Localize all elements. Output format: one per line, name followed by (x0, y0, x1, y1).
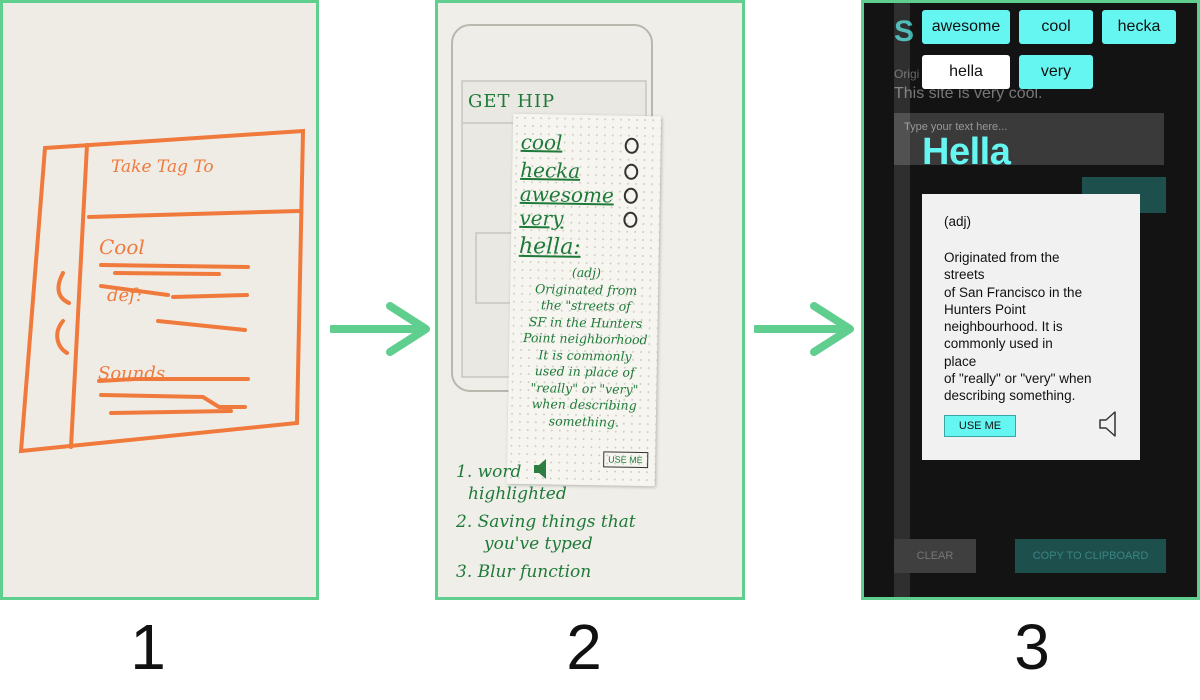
def-line: used in place of (534, 363, 635, 380)
definition-card: (adj) Originated from the streets of San… (922, 194, 1140, 460)
hella-definition: (adj) Originated from the "streets of SF… (516, 264, 655, 431)
panel-number-3: 3 (1014, 611, 1050, 683)
radio-icon (624, 163, 639, 180)
word-cool: cool (520, 129, 563, 155)
sketch-word-cool: Cool (99, 235, 145, 259)
part-of-speech: (adj) (944, 214, 972, 229)
chip-hella[interactable]: hella (922, 55, 1010, 89)
radio-icon (623, 211, 638, 228)
clear-label: CLEAR (916, 550, 954, 562)
def-line: Originated from the (944, 250, 1060, 265)
def-line: of "really" or "very" when (944, 371, 1092, 387)
chip-hecka[interactable]: hecka (1102, 10, 1176, 44)
note-line: 1. word (456, 462, 522, 482)
copy-button[interactable]: COPY TO CLIPBOARD (1015, 539, 1166, 573)
paper-title: GET HIP (468, 91, 556, 112)
def-line: when describing (531, 396, 637, 413)
speaker-icon[interactable] (1098, 410, 1120, 438)
radio-icon (624, 137, 639, 154)
overlay-strip (894, 3, 910, 597)
paper-sketch (18, 128, 306, 454)
panel-number-2: 2 (566, 611, 602, 683)
word-awesome: awesome (519, 181, 615, 208)
word-hella: hella: (518, 233, 581, 260)
chip-very[interactable]: very (1019, 55, 1093, 89)
def-line: Point neighborhood (522, 329, 648, 348)
definition-text: Originated from the streets of San Franc… (944, 249, 1091, 405)
panel-app-screenshot: S Origi This site is very cool. Type you… (861, 0, 1200, 600)
sketch-header: Take Tag To (111, 157, 214, 177)
definition-sticky-note: cool hecka awesome very hella: (adj) Ori… (506, 113, 662, 487)
def-line: something. (548, 412, 620, 430)
note-line: 3. Blur function (456, 562, 592, 582)
word-very: very (519, 205, 564, 231)
sketch-word-sounds: Sounds (98, 363, 166, 384)
note-line: highlighted (468, 484, 567, 504)
def-line: describing something. (944, 388, 1076, 404)
def-line: place (944, 353, 977, 369)
def-line: Hunters Point (944, 301, 1026, 317)
sketch-word-def: def: (107, 285, 142, 306)
arrow-right-icon (754, 302, 854, 356)
panel-sketch: Take Tag To Cool def: Sounds (0, 0, 319, 600)
design-notes: 1. word highlighted 2. Saving things tha… (456, 461, 636, 583)
def-line: neighbourhood. It is (944, 319, 1063, 335)
def-line: streets (944, 267, 985, 283)
use-me-button[interactable]: USE ME (944, 415, 1016, 437)
panel-paper-prototype: GET HIP cool hecka awesome very hella: (… (435, 0, 745, 600)
note-line: 2. Saving things that (456, 512, 636, 532)
arrow-right-icon (330, 302, 430, 356)
chip-cool[interactable]: cool (1019, 10, 1093, 44)
chip-awesome[interactable]: awesome (922, 10, 1010, 44)
clear-button[interactable]: CLEAR (894, 539, 976, 573)
def-line: commonly used in (944, 336, 1053, 352)
copy-label: COPY TO CLIPBOARD (1032, 550, 1149, 562)
def-line: Originated from (535, 280, 638, 298)
note-line: you've typed (484, 534, 593, 554)
radio-icon (623, 187, 638, 204)
panel-number-1: 1 (130, 611, 166, 683)
word-hecka: hecka (520, 157, 581, 183)
word-title: Hella (922, 131, 1011, 173)
def-line: of San Francisco in the (944, 284, 1083, 300)
